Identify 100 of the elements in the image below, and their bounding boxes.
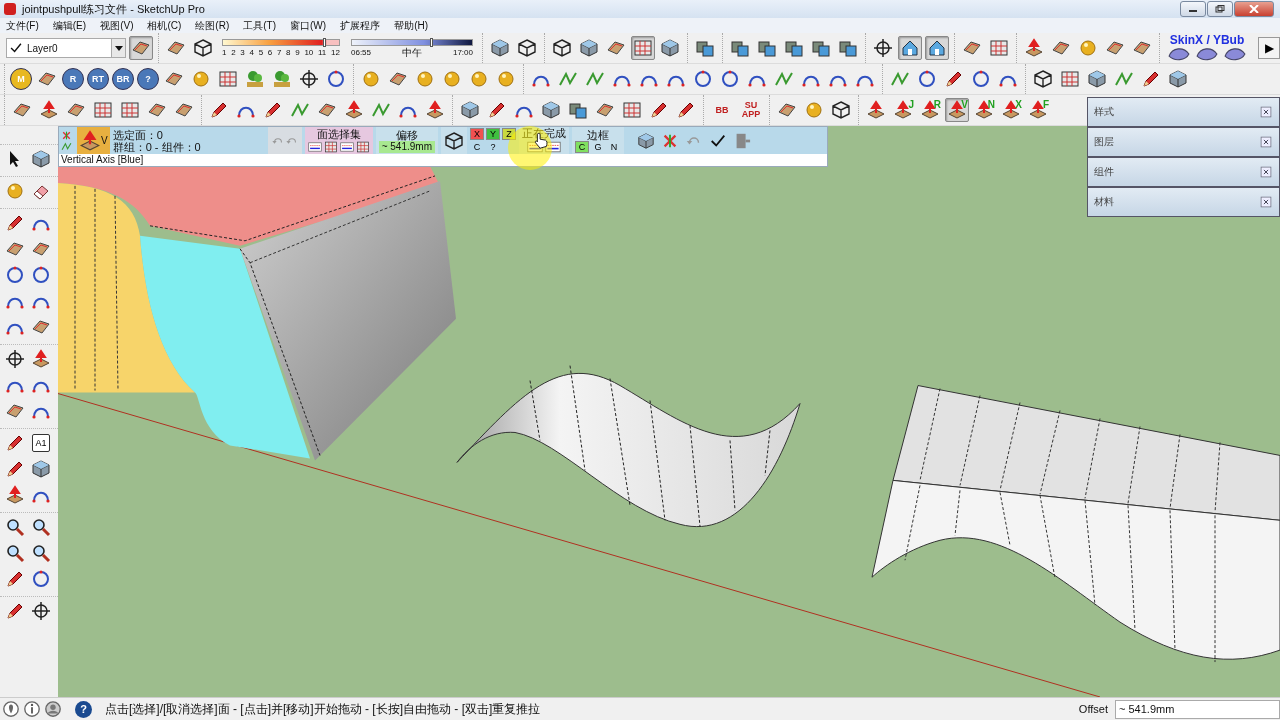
minimize-button[interactable] bbox=[1180, 1, 1206, 17]
toolbar-button[interactable] bbox=[550, 36, 574, 60]
toolbar-button[interactable] bbox=[191, 36, 215, 60]
axis-button[interactable]: Y bbox=[486, 128, 500, 140]
ball-icon bbox=[496, 69, 516, 89]
menu-item[interactable]: 工具(T) bbox=[243, 18, 277, 33]
pencil-icon bbox=[263, 100, 283, 120]
push-arrow-icon bbox=[1001, 100, 1021, 120]
mode-button[interactable]: C bbox=[575, 140, 589, 153]
toolbar-button[interactable]: BR bbox=[112, 68, 134, 90]
help-button[interactable]: ? bbox=[75, 700, 92, 718]
push-arrow-icon bbox=[39, 100, 59, 120]
push-arrow-icon bbox=[1024, 38, 1044, 58]
squares-icon bbox=[730, 38, 750, 58]
wireframe-cube-icon bbox=[444, 130, 464, 151]
toolbar-button[interactable]: ? bbox=[137, 68, 159, 90]
toolbar-button[interactable] bbox=[297, 67, 321, 91]
tray-panel[interactable]: 样式 bbox=[1087, 97, 1280, 127]
menu-item[interactable]: 帮助(H) bbox=[394, 18, 429, 33]
mode-button[interactable]: N bbox=[607, 140, 621, 153]
circle-icon bbox=[31, 569, 51, 589]
group-count: 群组：0 - 组件：0 bbox=[112, 140, 202, 153]
pencil-icon bbox=[5, 213, 25, 233]
toolbar-button[interactable] bbox=[1031, 67, 1055, 91]
toolbar-button[interactable] bbox=[29, 599, 53, 623]
grid-icon bbox=[1060, 69, 1080, 89]
squares-icon bbox=[784, 38, 804, 58]
wireframe-cube-icon bbox=[552, 38, 572, 58]
axis-button[interactable]: ? bbox=[486, 141, 500, 153]
toolbar-button[interactable]: SU APP bbox=[738, 98, 764, 122]
grid-icon bbox=[323, 139, 338, 154]
axis-hint: Vertical Axis [Blue] bbox=[59, 154, 827, 166]
mode-label: V bbox=[101, 135, 108, 146]
pencil-icon bbox=[676, 100, 696, 120]
slider-thumb[interactable] bbox=[322, 37, 326, 47]
menu-item[interactable]: 视图(V) bbox=[100, 18, 134, 33]
toolbar-button[interactable]: RT bbox=[87, 68, 109, 90]
cube-icon bbox=[31, 459, 51, 479]
close-button[interactable] bbox=[1234, 1, 1274, 17]
pencil-icon bbox=[649, 100, 669, 120]
menu-item[interactable]: 编辑(E) bbox=[52, 18, 87, 33]
push-arrow-icon bbox=[866, 100, 886, 120]
measurement-field[interactable]: ~ 541.9mm bbox=[1115, 699, 1280, 719]
hour-label: 2 bbox=[231, 47, 236, 58]
axis-button[interactable]: Z bbox=[502, 128, 516, 140]
ball-icon bbox=[1078, 38, 1098, 58]
mode-button[interactable]: G bbox=[591, 140, 605, 153]
section-title: 偏移 bbox=[395, 128, 418, 141]
grid-icon bbox=[633, 38, 653, 58]
hour-label: 5 bbox=[258, 47, 264, 58]
time-slider[interactable] bbox=[351, 38, 473, 46]
cube-icon bbox=[31, 149, 51, 169]
cube-icon bbox=[1087, 69, 1107, 89]
grid-icon bbox=[218, 69, 238, 89]
pencil-icon bbox=[209, 100, 229, 120]
shadow-slider[interactable] bbox=[222, 38, 340, 46]
time-label: 17:00 bbox=[452, 47, 473, 58]
squares-icon bbox=[695, 38, 715, 58]
toolbar-button[interactable] bbox=[829, 98, 853, 122]
line-pattern-icon bbox=[307, 139, 322, 154]
toolbar-button[interactable]: BB bbox=[709, 98, 735, 122]
axis-button[interactable]: X bbox=[470, 128, 484, 140]
menu-item[interactable]: 相机(C) bbox=[147, 18, 182, 33]
ball-icon bbox=[469, 69, 489, 89]
wireframe-cube-icon bbox=[831, 100, 851, 120]
toolbar-button[interactable]: A1 bbox=[32, 434, 50, 452]
tray-panel[interactable]: 组件 bbox=[1087, 157, 1280, 187]
squares-icon bbox=[811, 38, 831, 58]
tray-panel[interactable]: 材料 bbox=[1087, 187, 1280, 217]
magnifier-icon bbox=[31, 517, 51, 537]
circle-icon bbox=[31, 265, 51, 285]
crosshair-icon bbox=[299, 69, 319, 89]
tray-panel[interactable]: 图层 bbox=[1087, 127, 1280, 157]
restore-button[interactable] bbox=[1207, 1, 1233, 17]
circle-icon bbox=[693, 69, 713, 89]
house-icon bbox=[927, 38, 947, 58]
toolbar-button[interactable] bbox=[3, 347, 27, 371]
slider-thumb[interactable] bbox=[430, 37, 434, 47]
circle-icon bbox=[326, 69, 346, 89]
toolbar-button[interactable] bbox=[898, 36, 922, 60]
crosshair-icon bbox=[5, 349, 25, 369]
magnifier-icon bbox=[5, 517, 25, 537]
cube-icon bbox=[490, 38, 510, 58]
toolbar-button[interactable]: R bbox=[62, 68, 84, 90]
layer-name: Layer0 bbox=[27, 42, 59, 54]
time-label: 06:55 bbox=[351, 47, 372, 58]
layer-dropdown[interactable]: Layer0 bbox=[6, 38, 126, 58]
toolbar-button[interactable] bbox=[871, 36, 895, 60]
offset-value: ~ 541.9mm bbox=[378, 140, 435, 153]
ball-icon bbox=[415, 69, 435, 89]
ball-icon bbox=[442, 69, 462, 89]
more-button[interactable]: ▶ bbox=[1258, 37, 1280, 59]
squares-icon bbox=[757, 38, 777, 58]
menu-item[interactable]: 文件(F) bbox=[6, 18, 39, 33]
axis-button[interactable]: C bbox=[470, 141, 484, 153]
toolbar-button[interactable] bbox=[515, 36, 539, 60]
menu-item[interactable]: 绘图(R) bbox=[195, 18, 230, 33]
menu-item[interactable]: 扩展程序 bbox=[340, 18, 381, 33]
menu-item[interactable]: 窗口(W) bbox=[290, 18, 327, 33]
toolbar-button[interactable] bbox=[925, 36, 949, 60]
